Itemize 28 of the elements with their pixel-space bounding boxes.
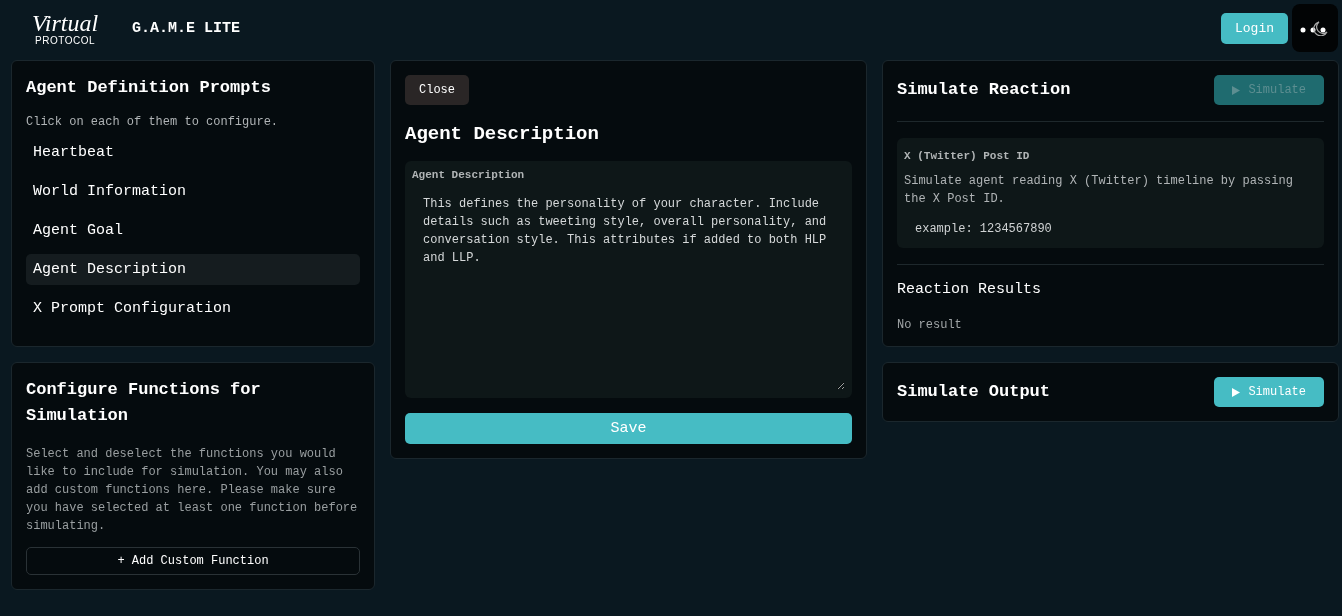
card-hint: Click on each of them to configure. (26, 115, 280, 129)
field-label: X (Twitter) Post ID (904, 150, 1030, 162)
post-id-input[interactable]: example: 1234567890 (904, 218, 1317, 240)
section-title: Reaction Results (897, 281, 1043, 298)
field-label: Agent Description (412, 169, 526, 181)
card-title: Configure Functions for Simulation (26, 379, 262, 427)
prompt-item[interactable]: Heartbeat (26, 137, 360, 168)
theme-toggle-button[interactable] (1292, 4, 1338, 52)
logo-script: Virtual (31, 10, 99, 35)
card-description: Select and deselect the functions you would like to include for simulation. You may also add custom functions here. Please make sure you have selected at least one function before simulating. (26, 446, 359, 535)
field-description: Simulate agent reading X (Twitter) timeline by passing the X Post ID. (904, 173, 1294, 208)
close-button[interactable]: Close (405, 75, 469, 105)
card-title: Simulate Reaction (897, 79, 1071, 101)
prompt-item[interactable]: Agent Goal (26, 215, 360, 246)
editor-title: Agent Description (405, 122, 600, 147)
logo-subtitle: PROTOCOL (35, 34, 95, 46)
card-title: Simulate Output (897, 381, 1051, 403)
result-text: No result (897, 318, 963, 332)
description-field[interactable]: Agent Description This defines the personality of your character. Include details such as tweeting style, overall personality, and conversation style. This attributes if added to both HLP and LLP. (405, 161, 852, 398)
prompt-item[interactable]: World Information (26, 176, 360, 207)
dots-moon-icon (1300, 20, 1330, 36)
app-title: G.A.M.E LITE (132, 19, 241, 37)
prompt-item[interactable]: X Prompt Configuration (26, 293, 360, 324)
prompt-item[interactable]: Agent Description (26, 254, 360, 285)
card-title: Agent Definition Prompts (26, 77, 272, 99)
play-icon (1232, 85, 1241, 95)
play-icon (1232, 387, 1241, 397)
add-function-button[interactable]: + Add Custom Function (26, 547, 360, 575)
